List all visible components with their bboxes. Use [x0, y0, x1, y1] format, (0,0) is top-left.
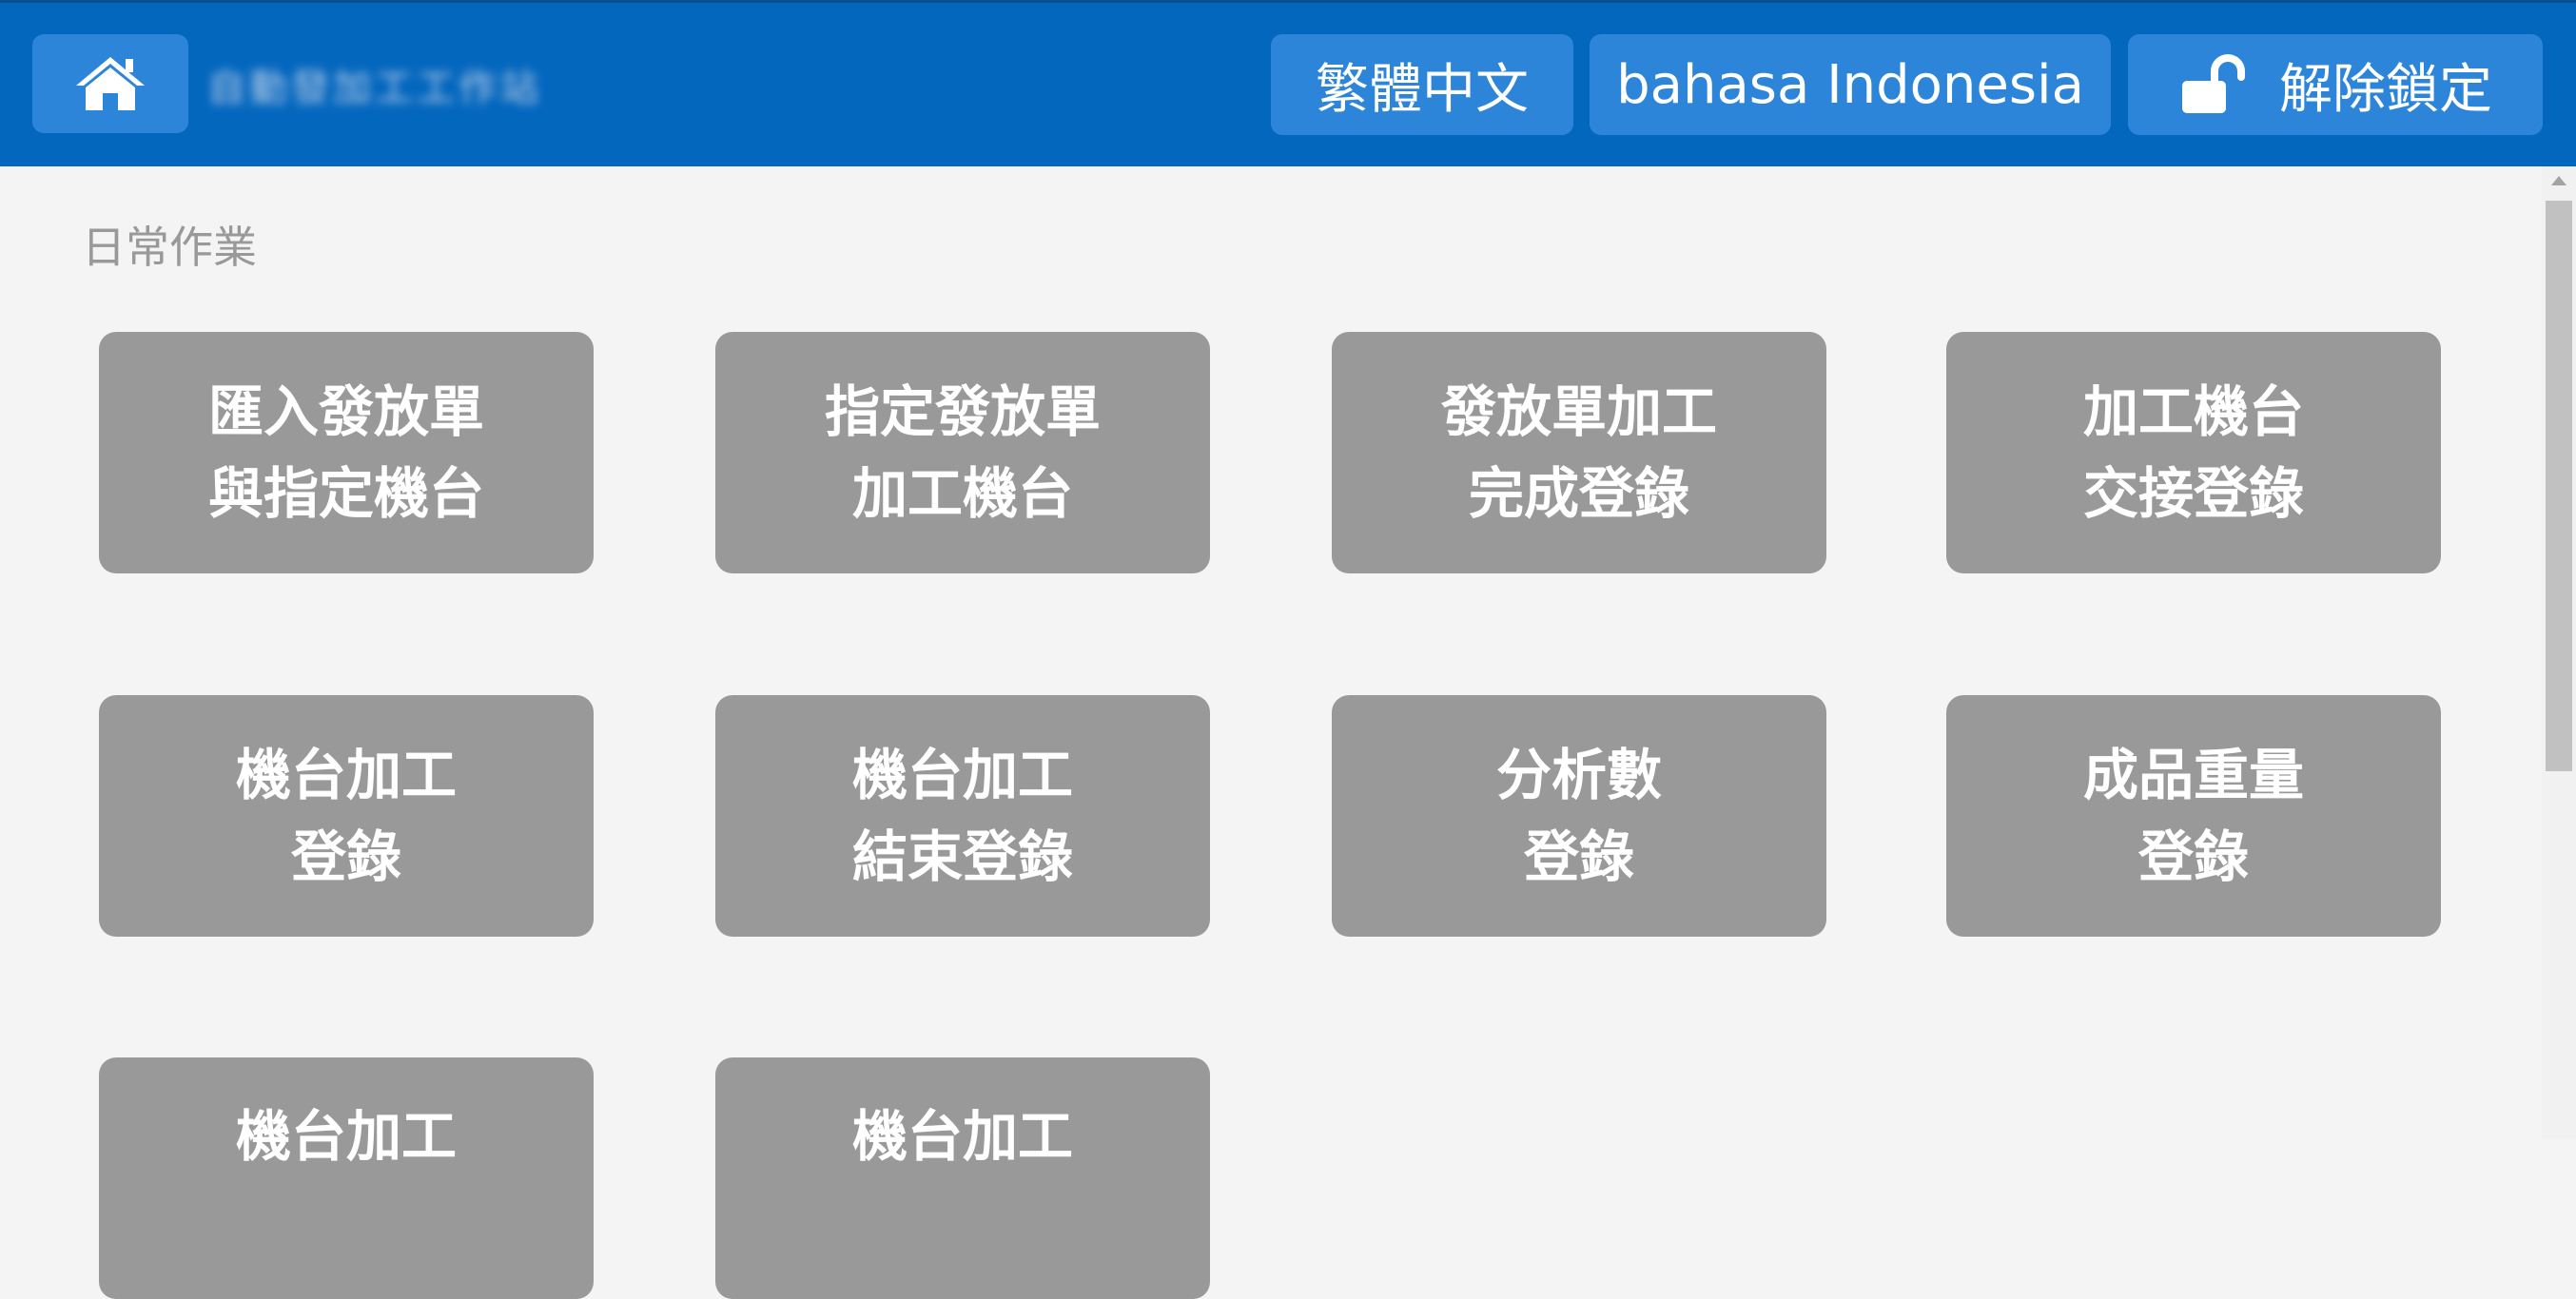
tile-analysis-count-register[interactable]: 分析數 登錄	[1332, 695, 1826, 937]
lang-indonesian-button[interactable]: bahasa Indonesia	[1590, 34, 2111, 135]
tile-label-line1: 成品重量	[2082, 743, 2304, 807]
vertical-scrollbar[interactable]	[2542, 166, 2576, 1138]
scroll-up-arrow-icon[interactable]	[2551, 176, 2566, 185]
home-icon	[76, 57, 145, 110]
tile-label-line1: 分析數	[1495, 743, 1662, 807]
tile-label-line1: 機台加工	[235, 743, 457, 807]
top-navigation-bar: 自動發加工工作站 繁體中文 bahasa Indonesia 解除鎖定	[0, 0, 2576, 166]
app-title: 自動發加工工作站	[207, 55, 693, 114]
tile-label-line1: 機台加工	[235, 1104, 457, 1169]
tile-product-weight-register[interactable]: 成品重量 登錄	[1946, 695, 2441, 937]
tile-machine-processing-extra-2[interactable]: 機台加工	[715, 1057, 1210, 1299]
tile-machine-processing-extra-1[interactable]: 機台加工	[99, 1057, 594, 1299]
tile-dispatch-processing-complete[interactable]: 發放單加工 完成登錄	[1332, 332, 1826, 573]
tile-label-line2: 登錄	[1523, 824, 1634, 889]
tile-label-line1: 機台加工	[851, 1104, 1073, 1169]
tile-label-line1: 匯入發放單	[207, 379, 484, 444]
tile-label-line1: 發放單加工	[1440, 379, 1717, 444]
tile-import-dispatch-assign-machine[interactable]: 匯入發放單 與指定機台	[99, 332, 594, 573]
unlock-icon	[2182, 54, 2245, 113]
lang-zh-label: 繁體中文	[1316, 58, 1529, 121]
tile-label-line1: 指定發放單	[824, 379, 1101, 444]
tile-machine-handover[interactable]: 加工機台 交接登錄	[1946, 332, 2441, 573]
tile-label-line2: 結束登錄	[851, 824, 1073, 889]
tile-assign-dispatch-machine[interactable]: 指定發放單 加工機台	[715, 332, 1210, 573]
lang-id-label: bahasa Indonesia	[1616, 53, 2084, 116]
tile-label-line2: 登錄	[290, 824, 401, 889]
tile-label-line2: 交接登錄	[2082, 461, 2304, 526]
unlock-button[interactable]: 解除鎖定	[2128, 34, 2543, 135]
tile-label-line2: 登錄	[2137, 824, 2249, 889]
tile-label-line2: 與指定機台	[207, 461, 484, 526]
tile-label-line2: 加工機台	[851, 461, 1073, 526]
scroll-thumb[interactable]	[2546, 201, 2572, 771]
unlock-label: 解除鎖定	[2279, 58, 2492, 121]
tile-label-line2: 完成登錄	[1468, 461, 1689, 526]
lang-traditional-chinese-button[interactable]: 繁體中文	[1271, 34, 1573, 135]
home-button[interactable]	[32, 34, 188, 133]
app-title-text: 自動發加工工作站	[207, 67, 542, 110]
tile-label-line1: 機台加工	[851, 743, 1073, 807]
section-title-daily-operations: 日常作業	[82, 222, 257, 273]
tile-machine-processing-end[interactable]: 機台加工 結束登錄	[715, 695, 1210, 937]
tile-label-line1: 加工機台	[2082, 379, 2304, 444]
tile-machine-processing-register[interactable]: 機台加工 登錄	[99, 695, 594, 937]
